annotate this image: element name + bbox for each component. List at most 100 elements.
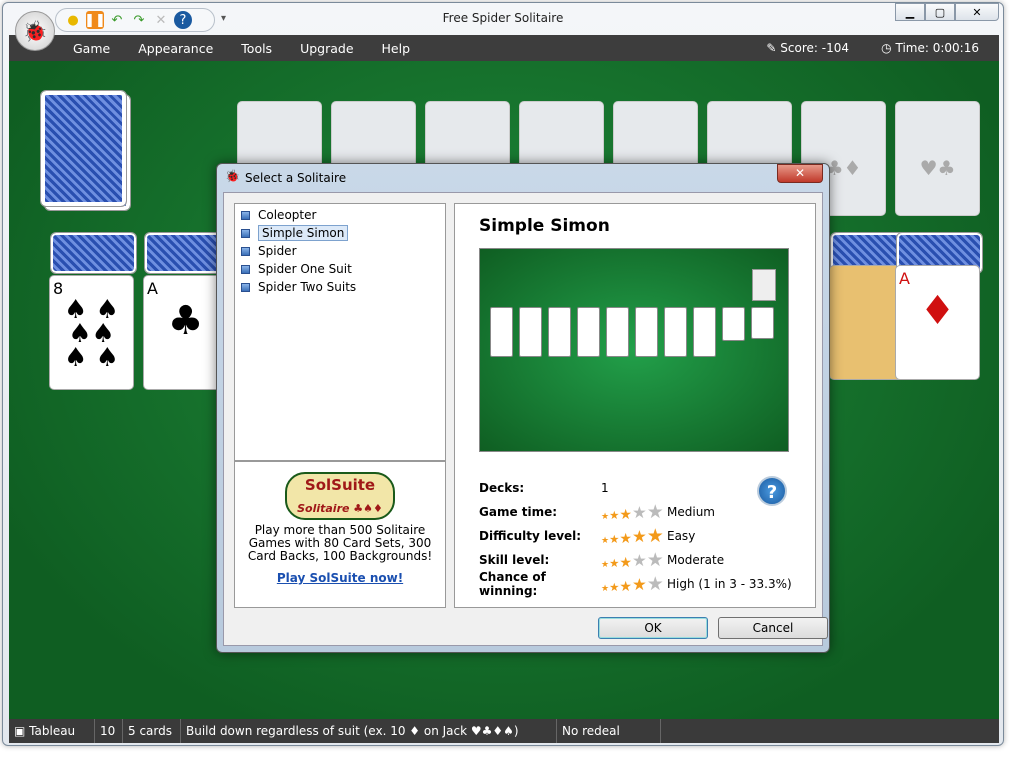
dialog-close-button[interactable]: ✕ (777, 164, 823, 183)
star-icon: ★ (601, 535, 610, 546)
rating-value: High (1 in 3 - 33.3%) (667, 577, 792, 591)
score-display: ✎ Score: -104 (766, 41, 849, 55)
star-icon: ★ (619, 554, 632, 571)
status-mode-text: Tableau (29, 724, 76, 738)
solsuite-logo: SolSuite Solitaire ♣♠♦ (285, 472, 395, 520)
star-icon: ★ (609, 556, 620, 570)
decks-value: 1 (601, 481, 609, 495)
star-rating: ★ ★ ★ ★ ★ (601, 524, 667, 547)
game-name: Coleopter (258, 208, 317, 222)
foundation-8: ♥♣ (895, 101, 980, 216)
rating-row: Difficulty level: ★ ★ ★ ★ ★ Easy (479, 524, 799, 548)
star-icon: ★ (619, 530, 632, 547)
card-rank: A (147, 279, 158, 298)
select-solitaire-dialog: 🐞 Select a Solitaire ✕ Coleopter Simple … (216, 163, 830, 653)
game-title: Simple Simon (479, 216, 610, 236)
rating-value: Easy (667, 529, 696, 543)
rating-label: Difficulty level: (479, 529, 582, 543)
time-display: ◷ Time: 0:00:16 (881, 41, 979, 55)
rating-value: Medium (667, 505, 715, 519)
game-icon (241, 210, 250, 220)
window-controls: ▁ ▢ ✕ (895, 3, 999, 21)
menu-help[interactable]: Help (382, 41, 411, 56)
game-icon (241, 246, 250, 256)
ok-button[interactable]: OK (598, 617, 708, 639)
ad-text: Play more than 500 Solitaire Games with … (247, 523, 433, 563)
star-icon: ★ (609, 532, 620, 546)
rating-row: Game time: ★ ★ ★ ★ ★ Medium (479, 500, 799, 524)
dialog-title: Select a Solitaire (245, 171, 347, 185)
star-icon: ★ (609, 508, 620, 522)
game-name: Spider Two Suits (258, 280, 357, 294)
stock-pile-top[interactable] (40, 90, 127, 207)
game-list-item[interactable]: Spider One Suit (239, 260, 441, 278)
star-icon: ★ (631, 551, 647, 570)
game-list-item-selected[interactable]: Simple Simon (239, 224, 441, 242)
status-empty (661, 719, 999, 743)
card-rank: A (899, 269, 910, 288)
beetle-icon: 🐞 (22, 19, 48, 43)
star-icon: ★ (631, 527, 647, 546)
tableau-icon: ▣ (14, 724, 26, 738)
menu-appearance[interactable]: Appearance (138, 41, 213, 56)
star-icon: ★ (609, 580, 620, 594)
help-button[interactable]: ? (757, 476, 787, 506)
score-label: Score: (780, 41, 818, 55)
game-name: Spider (258, 244, 297, 258)
tableau-1-facedown (50, 232, 137, 274)
game-name: Simple Simon (258, 225, 349, 241)
tableau-1-card[interactable]: 8 ♠ ♠ ♠♠ ♠ ♠ (49, 275, 134, 390)
game-preview (479, 248, 789, 452)
game-icon (241, 228, 250, 238)
app-menu-orb[interactable]: 🐞 (15, 11, 55, 51)
window-title: Free Spider Solitaire (442, 11, 564, 25)
play-solsuite-link[interactable]: Play SolSuite now! (235, 571, 445, 585)
star-rating: ★ ★ ★ ★ ★ (601, 548, 667, 571)
rating-label: Chance of winning: (479, 570, 546, 598)
tableau-10-card[interactable]: A ♦ (895, 265, 980, 380)
menu-upgrade[interactable]: Upgrade (300, 41, 353, 56)
rating-label: Game time: (479, 505, 558, 519)
menu-tools[interactable]: Tools (241, 41, 272, 56)
game-stats: Decks: 1 Game time: ★ ★ ★ ★ ★ Medium Difficulty … (479, 476, 799, 598)
star-icon: ★ (601, 511, 610, 522)
close-button[interactable]: ✕ (955, 3, 999, 21)
game-icon (241, 264, 250, 274)
beetle-icon: 🐞 (225, 169, 240, 183)
star-icon: ★ (646, 572, 664, 595)
star-icon: ★ (601, 583, 610, 594)
maximize-button[interactable]: ▢ (925, 3, 955, 21)
status-count: 10 (95, 719, 123, 743)
star-icon: ★ (619, 506, 632, 523)
rating-row: Chance of winning: ★ ★ ★ ★ ★ High (1 in 3 - 33… (479, 570, 799, 598)
score-value: -104 (821, 41, 849, 55)
status-cards: 5 cards (123, 719, 181, 743)
solsuite-ad: SolSuite Solitaire ♣♠♦ Play more than 500… (234, 461, 446, 608)
status-bar: ▣ Tableau 10 5 cards Build down regardle… (9, 719, 999, 743)
game-list-item[interactable]: Spider Two Suits (239, 278, 441, 296)
decks-row: Decks: 1 (479, 476, 799, 500)
score-icon: ✎ (766, 41, 777, 55)
star-icon: ★ (619, 578, 632, 595)
time-label: Time: (895, 41, 929, 55)
game-list-item[interactable]: Spider (239, 242, 441, 260)
star-icon: ★ (646, 524, 664, 547)
star-rating: ★ ★ ★ ★ ★ (601, 502, 667, 523)
star-rating: ★ ★ ★ ★ ★ (601, 572, 667, 595)
cancel-button[interactable]: Cancel (718, 617, 828, 639)
status-redeal: No redeal (557, 719, 661, 743)
clock-icon: ◷ (881, 41, 892, 55)
minimize-button[interactable]: ▁ (895, 3, 925, 21)
rating-label: Skill level: (479, 553, 550, 567)
preview-stock (752, 269, 776, 301)
card-rank: 8 (53, 279, 64, 298)
game-list: Coleopter Simple Simon Spider Spider One… (234, 203, 446, 461)
menu-game[interactable]: Game (73, 41, 110, 56)
game-name: Spider One Suit (258, 262, 352, 276)
star-icon: ★ (601, 559, 610, 570)
game-list-item[interactable]: Coleopter (239, 206, 441, 224)
star-icon: ★ (646, 548, 664, 571)
menu-bar: Game Appearance Tools Upgrade Help ✎ Sco… (9, 35, 999, 61)
rating-value: Moderate (667, 553, 725, 567)
time-value: 0:00:16 (932, 41, 979, 55)
